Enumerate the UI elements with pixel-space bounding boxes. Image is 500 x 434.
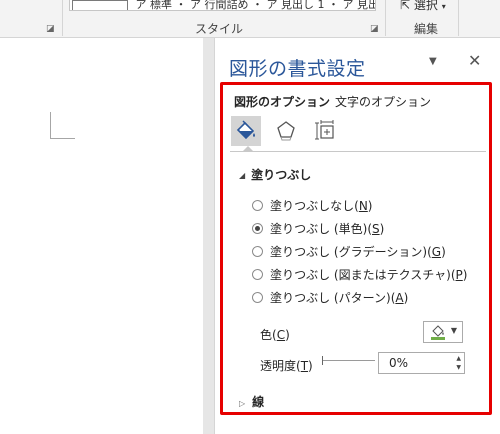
radio-picture-texture-fill[interactable]: 塗りつぶし (図またはテクスチャ)(P) [252, 266, 467, 283]
radio-button[interactable] [252, 269, 263, 280]
styles-group-label: スタイル [195, 22, 244, 36]
color-key-close: ) [285, 328, 290, 342]
radio-label: 塗りつぶし (グラデーション) [270, 245, 428, 259]
format-shape-pane: 図形の書式設定 ▼ ✕ 図形のオプション 文字のオプション ◢ 塗りつぶし 塗りつ… [214, 38, 500, 434]
selected-icon-pointer [242, 146, 254, 152]
radio-key-close: ) [441, 244, 446, 259]
color-swatch [431, 337, 445, 340]
transparency-value: 0% [389, 356, 409, 370]
radio-access-key: P [455, 267, 463, 282]
radio-key-close: ) [462, 267, 468, 282]
radio-label: 塗りつぶし (パターン) [270, 291, 391, 305]
radio-no-fill[interactable]: 塗りつぶしなし(N) [252, 197, 372, 214]
page-margin-corner [50, 112, 75, 139]
icon-row-divider [230, 151, 486, 152]
ribbon-separator [458, 0, 459, 36]
radio-button[interactable] [252, 223, 263, 234]
radio-gradient-fill[interactable]: 塗りつぶし (グラデーション)(G) [252, 243, 446, 260]
size-properties-icon[interactable] [311, 116, 341, 146]
color-access-key: C [276, 328, 286, 342]
style-chip-normal[interactable] [72, 0, 128, 10]
fill-section-heading: 塗りつぶし [251, 168, 312, 182]
transparency-slider-track[interactable] [323, 360, 375, 361]
radio-label: 塗りつぶし (単色) [270, 222, 368, 236]
close-icon[interactable]: ✕ [468, 51, 481, 70]
transparency-label-text: 透明度 [260, 359, 297, 373]
font-group-launcher-icon[interactable]: ◪ [46, 24, 55, 34]
spin-up-icon[interactable]: ▲ [456, 355, 461, 362]
chevron-down-icon: ▾ [441, 2, 446, 11]
line-section-toggle[interactable]: ▷ 線 [239, 393, 264, 410]
collapse-triangle-icon: ◢ [239, 171, 246, 180]
edit-group-label: 編集 [414, 22, 439, 36]
radio-label: 塗りつぶし (図またはテクスチャ) [270, 268, 451, 282]
fill-section-toggle[interactable]: ◢ 塗りつぶし [239, 166, 311, 183]
cursor-icon: ⇱ [400, 0, 411, 12]
paint-bucket-icon [431, 325, 445, 340]
radio-key-close: ) [403, 290, 409, 305]
radio-button[interactable] [252, 246, 263, 257]
color-label-text: 色 [260, 328, 273, 342]
radio-solid-fill[interactable]: 塗りつぶし (単色)(S) [252, 220, 384, 237]
radio-key-close: ) [367, 198, 373, 213]
select-label: 選択 [413, 0, 438, 12]
radio-button[interactable] [252, 200, 263, 211]
radio-pattern-fill[interactable]: 塗りつぶし (パターン)(A) [252, 289, 408, 306]
line-section-heading: 線 [252, 395, 265, 409]
transparency-key-close: ) [308, 359, 313, 373]
ribbon-separator [62, 0, 63, 36]
radio-label: 塗りつぶしなし [270, 199, 355, 213]
radio-button[interactable] [252, 292, 263, 303]
color-label: 色(C) [260, 326, 290, 343]
tab-shape-options[interactable]: 図形のオプション [234, 93, 330, 110]
pane-title: 図形の書式設定 [229, 58, 366, 80]
radio-key-close: ) [379, 221, 385, 236]
fill-line-icon[interactable] [231, 116, 261, 146]
transparency-access-key: T [300, 359, 309, 373]
ribbon-separator [385, 0, 386, 36]
style-gallery[interactable]: ア 標準 ・ ア 行間詰め ・ ア 見出し 1 ・ ア 見出し 2 [69, 0, 376, 11]
document-page[interactable] [0, 38, 203, 434]
pane-options-chevron-icon[interactable]: ▼ [429, 56, 437, 67]
fill-color-button[interactable]: ▼ [423, 321, 463, 343]
transparency-spinner[interactable]: 0% ▲ ▼ [378, 352, 465, 374]
chevron-down-icon: ▼ [450, 326, 457, 335]
ribbon: ア 標準 ・ ア 行間詰め ・ ア 見出し 1 ・ ア 見出し 2 ◪ スタイル… [0, 0, 500, 38]
spin-down-icon[interactable]: ▼ [456, 364, 461, 371]
tab-text-options[interactable]: 文字のオプション [335, 93, 431, 110]
radio-access-key: S [372, 221, 380, 236]
radio-access-key: A [395, 290, 404, 305]
transparency-label: 透明度(T) [260, 357, 313, 374]
expand-triangle-icon: ▷ [239, 399, 246, 408]
effects-icon[interactable] [271, 116, 301, 146]
radio-access-key: N [358, 198, 368, 213]
select-button[interactable]: ⇱ 選択 ▾ [400, 0, 446, 13]
styles-group-launcher-icon[interactable]: ◪ [370, 24, 379, 34]
radio-access-key: G [431, 244, 442, 259]
